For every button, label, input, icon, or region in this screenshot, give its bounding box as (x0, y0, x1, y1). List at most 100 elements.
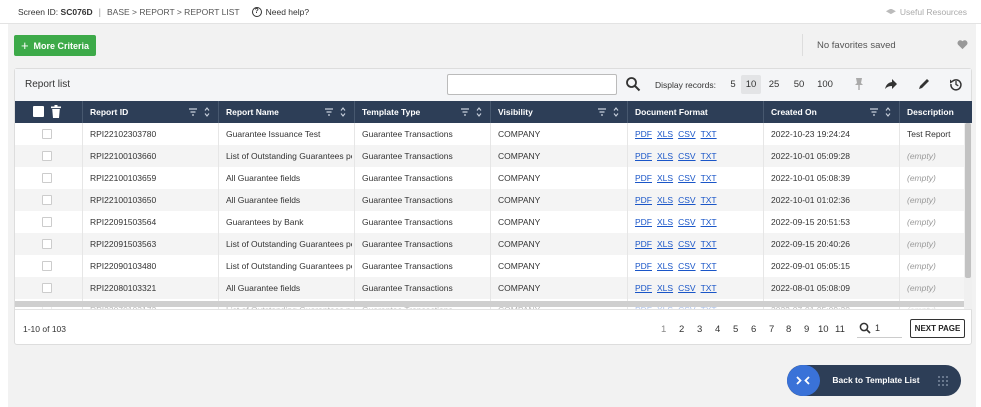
page-link-1[interactable]: 1 (661, 324, 666, 335)
format-link-pdf[interactable]: PDF (635, 261, 652, 271)
history-icon[interactable] (949, 77, 963, 91)
pencil-icon[interactable] (917, 77, 931, 91)
row-checkbox[interactable] (42, 151, 52, 161)
goto-page-field[interactable]: 1 (857, 319, 902, 338)
column-divider (490, 123, 491, 309)
search-input[interactable] (447, 74, 617, 95)
filter-sort-icon[interactable] (870, 107, 892, 117)
goto-page-value[interactable]: 1 (875, 323, 880, 333)
back-to-template-list[interactable]: Back to Template List (787, 365, 961, 396)
useful-resources-link[interactable]: Useful Resources (885, 7, 967, 17)
help-link[interactable]: ? Need help? (251, 6, 310, 17)
cell-created-on: 2022-09-15 20:51:53 (771, 217, 850, 227)
format-link-xls[interactable]: XLS (657, 239, 673, 249)
format-link-csv[interactable]: CSV (678, 261, 695, 271)
format-link-pdf[interactable]: PDF (635, 173, 652, 183)
format-link-csv[interactable]: CSV (678, 239, 695, 249)
format-link-pdf[interactable]: PDF (635, 283, 652, 293)
column-header-report-name[interactable]: Report Name (226, 101, 279, 123)
page-link-6[interactable]: 6 (751, 324, 756, 335)
format-link-pdf[interactable]: PDF (635, 129, 652, 139)
display-option-50[interactable]: 50 (791, 75, 807, 94)
display-option-5[interactable]: 5 (727, 75, 739, 94)
row-checkbox[interactable] (42, 217, 52, 227)
share-arrow-icon[interactable] (884, 77, 898, 91)
format-link-txt[interactable]: TXT (701, 239, 717, 249)
row-checkbox[interactable] (42, 283, 52, 293)
format-link-csv[interactable]: CSV (678, 151, 695, 161)
display-option-25[interactable]: 25 (766, 75, 782, 94)
back-to-template-list-button[interactable]: Back to Template List (823, 365, 929, 396)
filter-sort-icon[interactable] (325, 107, 347, 117)
format-link-csv[interactable]: CSV (678, 129, 695, 139)
page-link-8[interactable]: 8 (786, 324, 791, 335)
column-header-visibility[interactable]: Visibility (498, 101, 533, 123)
select-all-checkbox[interactable] (33, 106, 44, 117)
format-link-txt[interactable]: TXT (701, 217, 717, 227)
display-option-10[interactable]: 10 (741, 75, 761, 94)
search-icon[interactable] (625, 75, 641, 93)
horizontal-scrollbar[interactable] (15, 301, 964, 307)
pin-icon[interactable] (852, 77, 866, 91)
cell-created-on: 2022-10-01 05:08:39 (771, 173, 850, 183)
format-link-xls[interactable]: XLS (657, 195, 673, 205)
format-link-xls[interactable]: XLS (657, 283, 673, 293)
page-link-2[interactable]: 2 (679, 324, 684, 335)
cell-visibility: COMPANY (498, 283, 541, 293)
cell-document-format: PDF XLS CSV TXT (635, 277, 761, 299)
vertical-scrollbar-thumb[interactable] (965, 123, 971, 278)
page-link-3[interactable]: 3 (697, 324, 702, 335)
more-criteria-button[interactable]: + More Criteria (14, 35, 96, 56)
format-link-csv[interactable]: CSV (678, 195, 695, 205)
display-option-100[interactable]: 100 (815, 75, 835, 94)
format-link-txt[interactable]: TXT (701, 261, 717, 271)
format-link-txt[interactable]: TXT (701, 129, 717, 139)
column-header-report-id[interactable]: Report ID (90, 101, 128, 123)
format-link-pdf[interactable]: PDF (635, 195, 652, 205)
format-link-xls[interactable]: XLS (657, 217, 673, 227)
next-page-button[interactable]: NEXT PAGE (910, 319, 965, 338)
divider: | (98, 6, 102, 17)
grip-icon[interactable] (937, 375, 949, 387)
format-link-csv[interactable]: CSV (678, 173, 695, 183)
filter-sort-icon[interactable] (461, 107, 483, 117)
format-link-xls[interactable]: XLS (657, 151, 673, 161)
format-link-txt[interactable]: TXT (701, 151, 717, 161)
page-link-10[interactable]: 10 (818, 324, 829, 335)
filter-sort-icon[interactable] (189, 107, 211, 117)
favorites-box[interactable]: No favorites saved (802, 34, 972, 56)
cell-visibility: COMPANY (498, 239, 541, 249)
format-link-txt[interactable]: TXT (701, 283, 717, 293)
trash-icon[interactable] (51, 105, 61, 118)
row-checkbox[interactable] (42, 173, 52, 183)
format-link-pdf[interactable]: PDF (635, 151, 652, 161)
cell-created-on: 2022-10-23 19:24:24 (771, 129, 850, 139)
format-link-xls[interactable]: XLS (657, 129, 673, 139)
column-divider (627, 101, 628, 123)
column-header-created-on[interactable]: Created On (771, 101, 817, 123)
row-checkbox[interactable] (42, 195, 52, 205)
format-link-pdf[interactable]: PDF (635, 217, 652, 227)
row-checkbox[interactable] (42, 261, 52, 271)
format-link-xls[interactable]: XLS (657, 261, 673, 271)
format-link-pdf[interactable]: PDF (635, 239, 652, 249)
format-link-csv[interactable]: CSV (678, 217, 695, 227)
help-label: Need help? (265, 6, 310, 17)
filter-sort-icon[interactable] (598, 107, 620, 117)
collapse-arrows-icon[interactable] (787, 365, 820, 396)
page-link-9[interactable]: 9 (804, 324, 809, 335)
search-icon (859, 322, 871, 334)
format-link-txt[interactable]: TXT (701, 195, 717, 205)
heart-icon[interactable] (957, 39, 968, 50)
page-link-7[interactable]: 7 (769, 324, 774, 335)
format-link-xls[interactable]: XLS (657, 173, 673, 183)
cell-description: Test Report (907, 129, 951, 139)
format-link-txt[interactable]: TXT (701, 173, 717, 183)
page-link-11[interactable]: 11 (835, 324, 845, 335)
row-checkbox[interactable] (42, 239, 52, 249)
column-header-template-type[interactable]: Template Type (362, 101, 420, 123)
page-link-4[interactable]: 4 (715, 324, 720, 335)
page-link-5[interactable]: 5 (733, 324, 738, 335)
format-link-csv[interactable]: CSV (678, 283, 695, 293)
row-checkbox[interactable] (42, 129, 52, 139)
